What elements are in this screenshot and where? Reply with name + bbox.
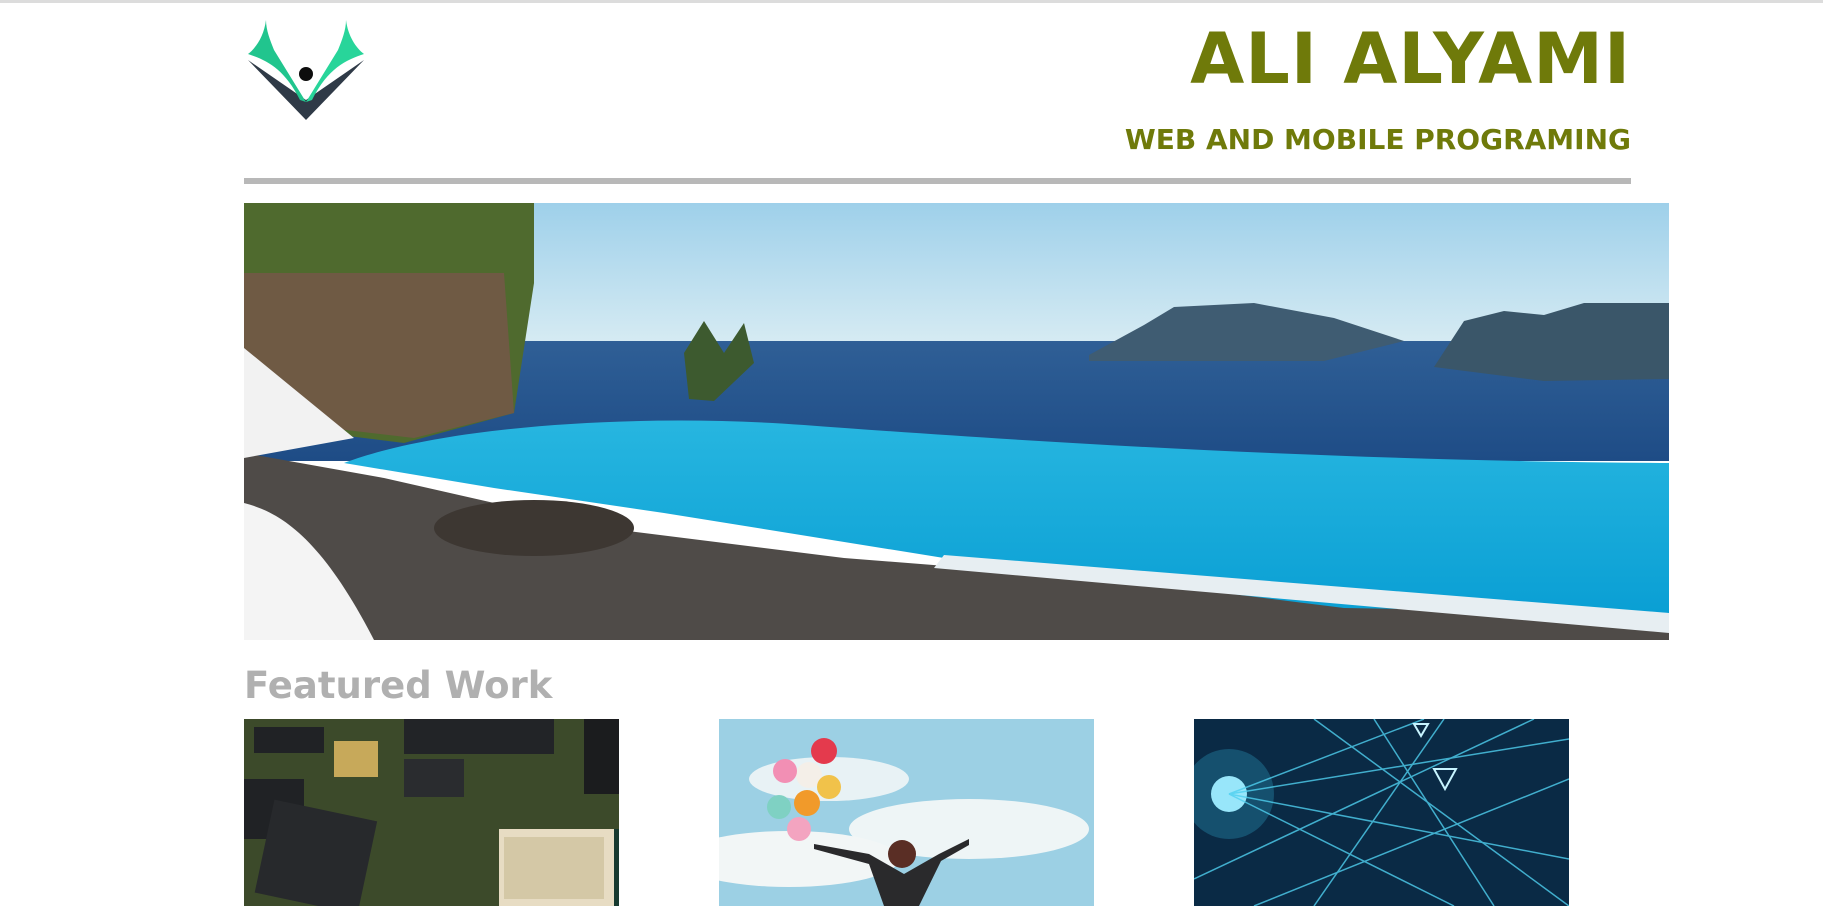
infinity-pool-sea-view-image [244, 203, 1669, 640]
site-subtitle: WEB AND MOBILE PROGRAMING [1124, 123, 1631, 156]
circuit-board-image [244, 719, 619, 906]
site-title: ALI ALYAMI [1190, 18, 1631, 100]
featured-card-network[interactable] [1194, 719, 1569, 906]
site-logo[interactable] [244, 10, 369, 130]
header-divider [244, 178, 1631, 184]
person-with-balloons-image [719, 719, 1094, 906]
featured-card-circuit[interactable] [244, 719, 619, 906]
hero-banner [244, 203, 1669, 640]
v-person-logo-icon [248, 20, 364, 120]
network-lines-image [1194, 719, 1569, 906]
featured-card-balloons[interactable] [719, 719, 1094, 906]
featured-work-heading: Featured Work [244, 664, 553, 707]
top-border [0, 0, 1823, 3]
